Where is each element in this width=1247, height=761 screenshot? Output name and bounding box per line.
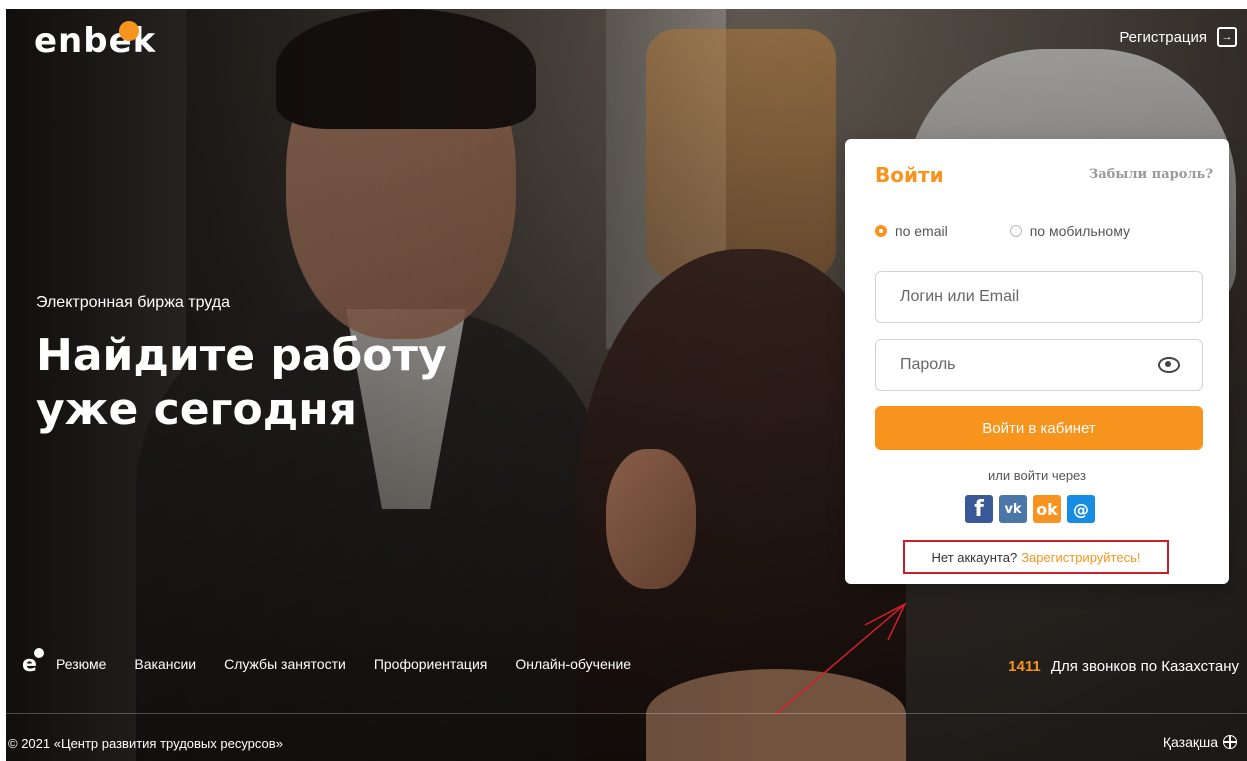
login-field-container [875, 271, 1203, 323]
login-card: Войти Забыли пароль? по email по мобильн… [845, 139, 1229, 584]
logo-sun-icon [119, 21, 139, 41]
footer-link-online-learning[interactable]: Онлайн-обучение [515, 656, 631, 672]
radio-email-label: по email [895, 223, 948, 239]
hotline-info: 1411 Для звонков по Казахстану [1008, 658, 1239, 675]
register-now-link[interactable]: Зарегистрируйтесь! [1021, 550, 1140, 565]
show-password-eye-icon[interactable] [1158, 357, 1180, 373]
footer-link-employment-services[interactable]: Службы занятости [224, 656, 346, 672]
footer-link-vacancies[interactable]: Вакансии [134, 656, 196, 672]
register-label: Регистрация [1119, 28, 1207, 46]
login-title: Войти [875, 163, 944, 187]
footer-link-resume[interactable]: Резюме [56, 656, 106, 672]
footer-divider [6, 713, 1247, 714]
forgot-password-link[interactable]: Забыли пароль? [1089, 167, 1213, 182]
no-account-highlight-box: Нет аккаунта? Зарегистрируйтесь! [903, 540, 1169, 574]
no-account-text: Нет аккаунта? [931, 549, 1018, 565]
password-field-container [875, 339, 1203, 391]
radio-mobile[interactable]: по мобильному [1009, 223, 1130, 239]
mail-ru-icon[interactable]: @ [1067, 495, 1095, 523]
vk-icon[interactable]: vk [999, 495, 1027, 523]
radio-mobile-indicator[interactable] [1009, 225, 1022, 237]
language-switcher[interactable]: Қазақша [1163, 734, 1237, 750]
language-label: Қазақша [1162, 734, 1218, 750]
hotline-text: Для звонков по Казахстану [1050, 658, 1239, 675]
facebook-icon[interactable]: f [965, 495, 993, 523]
or-login-via-label: или войти через [988, 468, 1086, 483]
enbek-logo[interactable]: enbek [34, 21, 156, 61]
register-link[interactable]: Регистрация → [1119, 27, 1237, 47]
hotline-number[interactable]: 1411 [1008, 658, 1041, 675]
footer-nav: e Резюме Вакансии Службы занятости Профо… [22, 648, 631, 677]
footer-logo[interactable]: e [22, 648, 44, 677]
hero-subtitle: Электронная биржа труда [36, 294, 230, 311]
password-input[interactable] [898, 355, 1159, 375]
login-method-radio-group: по email по мобильному [875, 223, 1130, 239]
globe-icon [1223, 735, 1237, 749]
odnoklassniki-icon[interactable]: ok [1033, 495, 1061, 523]
social-login-group: f vk ok @ [965, 495, 1095, 523]
radio-email[interactable]: по email [875, 223, 948, 239]
login-arrow-icon: → [1217, 27, 1237, 47]
hero-title: Найдите работу уже сегодня [36, 330, 447, 435]
login-email-input[interactable] [898, 287, 1162, 307]
login-submit-button[interactable]: Войти в кабинет [875, 406, 1203, 450]
footer-link-career-guidance[interactable]: Профориентация [374, 656, 488, 672]
copyright-text: © 2021 «Центр развития трудовых ресурсов… [8, 736, 283, 751]
radio-email-indicator[interactable] [875, 225, 887, 237]
radio-mobile-label: по мобильному [1029, 223, 1130, 239]
